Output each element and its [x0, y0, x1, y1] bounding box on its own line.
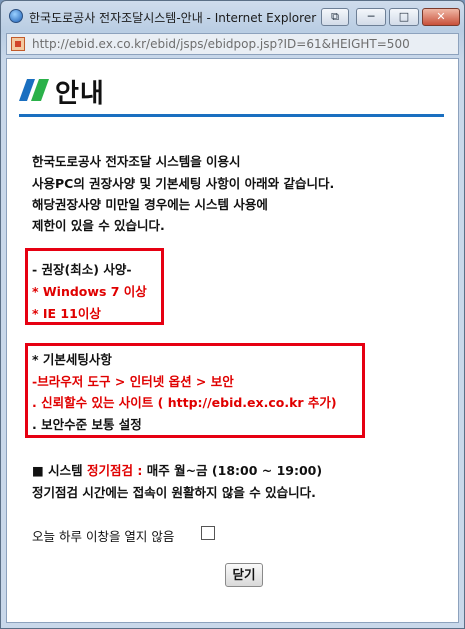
- intro-line-4: 제한이 있을 수 있습니다.: [32, 218, 165, 233]
- spec-item-ie: * IE 11이상: [32, 306, 101, 321]
- ie-icon: [9, 9, 23, 23]
- maximize-icon: □: [398, 10, 410, 23]
- dont-show-checkbox[interactable]: [201, 526, 215, 540]
- close-icon: ✕: [436, 10, 446, 23]
- close-window-button[interactable]: ✕: [422, 8, 460, 26]
- window-title: 한국도로공사 전자조달시스템-안내 - Internet Explorer: [29, 11, 317, 25]
- minimize-button[interactable]: ─: [356, 8, 386, 26]
- spec-item-windows: * Windows 7 이상: [32, 284, 147, 299]
- intro-line-1: 한국도로공사 전자조달 시스템을 이용시: [32, 154, 241, 169]
- restore-icon: ⧉: [331, 10, 339, 23]
- dont-show-label: 오늘 하루 이창을 열지 않음: [32, 529, 175, 544]
- close-button[interactable]: 닫기: [225, 563, 263, 587]
- page-favicon-icon: [11, 37, 25, 51]
- settings-line-2: . 신뢰할수 있는 사이트 ( http://ebid.ex.co.kr 추가): [32, 395, 337, 410]
- intro-line-3: 해당권장사양 미만일 경우에는 시스템 사용에: [32, 197, 268, 212]
- settings-title: * 기본세팅사항: [32, 352, 112, 367]
- maximize-button[interactable]: □: [389, 8, 419, 26]
- settings-line-1: -브라우저 도구 > 인터넷 옵션 > 보안: [32, 374, 234, 389]
- popup-content: 안내 한국도로공사 전자조달 시스템을 이용시 사용PC의 권장사양 및 기본세…: [6, 58, 459, 623]
- maintenance-highlight: 정기점검 :: [87, 463, 143, 478]
- maintenance-schedule: 매주 월~금 (18:00 ~ 19:00): [142, 463, 323, 478]
- spec-title: - 권장(최소) 사양-: [32, 262, 132, 277]
- address-url: http://ebid.ex.co.kr/ebid/jsps/ebidpop.j…: [32, 37, 410, 51]
- minimize-icon: ─: [367, 10, 375, 23]
- settings-line-3: . 보안수준 보통 설정: [32, 417, 142, 432]
- address-bar[interactable]: http://ebid.ex.co.kr/ebid/jsps/ebidpop.j…: [6, 33, 459, 55]
- maintenance-prefix: ■ 시스템: [32, 463, 88, 478]
- maintenance-note: 정기점검 시간에는 접속이 원활하지 않을 수 있습니다.: [32, 485, 316, 500]
- intro-line-2: 사용PC의 권장사양 및 기본세팅 사항이 아래와 같습니다.: [32, 176, 335, 191]
- page-title: 안내: [55, 79, 105, 109]
- maintenance-line: ■ 시스템 정기점검 : 매주 월~금 (18:00 ~ 19:00): [32, 460, 322, 479]
- title-divider: [19, 114, 444, 117]
- title-bar[interactable]: 한국도로공사 전자조달시스템-안내 - Internet Explorer ⧉ …: [1, 1, 464, 31]
- browser-window: 한국도로공사 전자조달시스템-안내 - Internet Explorer ⧉ …: [0, 0, 465, 629]
- logo-icon: [19, 79, 49, 101]
- restore-button[interactable]: ⧉: [321, 8, 349, 26]
